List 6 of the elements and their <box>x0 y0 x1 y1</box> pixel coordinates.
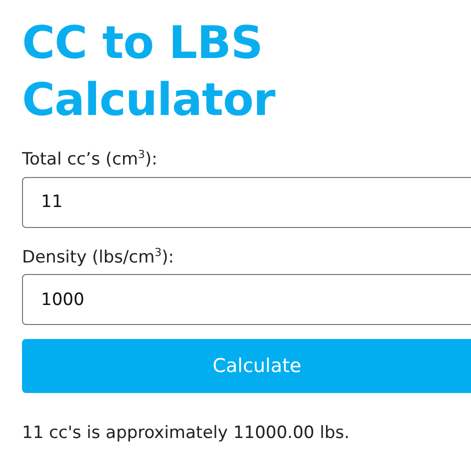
result-text: 11 cc's is approximately 11000.00 lbs. <box>22 423 350 444</box>
number-input[interactable]: 1000 <box>22 274 471 326</box>
field-label: Density (lbs/cm$^{3}$): <box>22 244 174 268</box>
field-label: Total cc’s (cm$^{3}$): <box>22 147 158 171</box>
number-input[interactable]: 11 <box>22 176 471 228</box>
calculator-title: CC to LBS Calculator <box>22 15 276 128</box>
